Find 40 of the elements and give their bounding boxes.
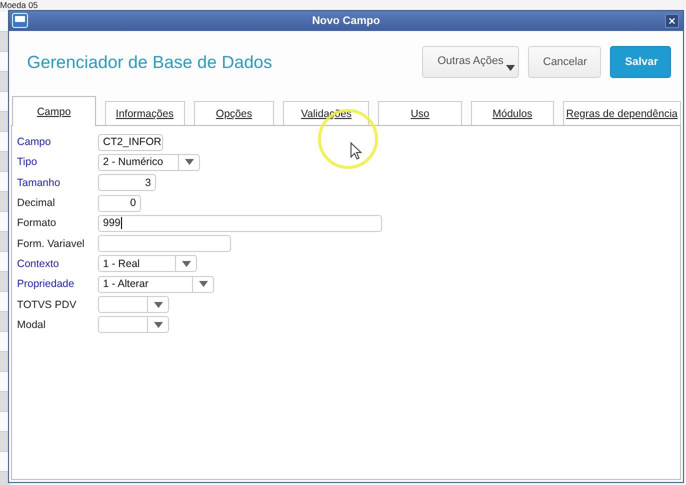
field-label: TOTVS PDV [17, 298, 78, 311]
caret-icon [182, 260, 190, 267]
number-field[interactable]: 3 [98, 174, 156, 192]
caret-icon [154, 322, 162, 328]
window-title: Novo Campo [312, 15, 380, 27]
tab[interactable]: Opções [194, 101, 274, 125]
field-label: Decimal [17, 197, 56, 210]
window-icon [12, 13, 28, 28]
text-field[interactable]: 999 [98, 214, 382, 232]
dropdown[interactable]: 2 - Numérico [98, 154, 200, 171]
dropdown[interactable] [98, 296, 169, 314]
field-label: Contexto [17, 258, 60, 270]
dropdown[interactable]: 1 - Real [98, 255, 197, 272]
text-field[interactable] [98, 235, 231, 252]
mouse-pointer-icon [350, 142, 362, 160]
cancel-button[interactable]: Cancelar [528, 46, 601, 78]
caret-icon [198, 281, 208, 288]
field-label: Tipo [17, 156, 38, 168]
tab[interactable]: Informações [104, 101, 185, 125]
field-label: Form. Variavel [17, 238, 86, 250]
number-field[interactable]: 0 [98, 194, 141, 212]
tab[interactable]: Regras de dependência [562, 101, 682, 125]
dropdown[interactable]: 1 - Alterar [98, 276, 214, 293]
field-label: Propriedade [17, 278, 76, 290]
page-title: Gerenciador de Base de Dados [27, 52, 274, 72]
tab[interactable]: Uso [378, 101, 462, 125]
field-label: Modal [17, 318, 47, 331]
text-field[interactable]: CT2_INFOR [98, 134, 163, 151]
field-label: Campo [17, 136, 52, 148]
background-title: Moeda 05 [0, 0, 38, 10]
field-label: Tamanho [17, 176, 62, 189]
tab[interactable]: Campo [12, 96, 96, 126]
close-icon[interactable] [665, 14, 679, 28]
more-actions-button[interactable]: Outras Ações [422, 46, 519, 78]
caret-icon [506, 65, 515, 71]
caret-icon [184, 159, 194, 166]
tab[interactable]: Módulos [470, 101, 554, 125]
caret-icon [154, 302, 162, 308]
field-label: Formato [17, 217, 58, 230]
dropdown[interactable] [98, 316, 169, 334]
